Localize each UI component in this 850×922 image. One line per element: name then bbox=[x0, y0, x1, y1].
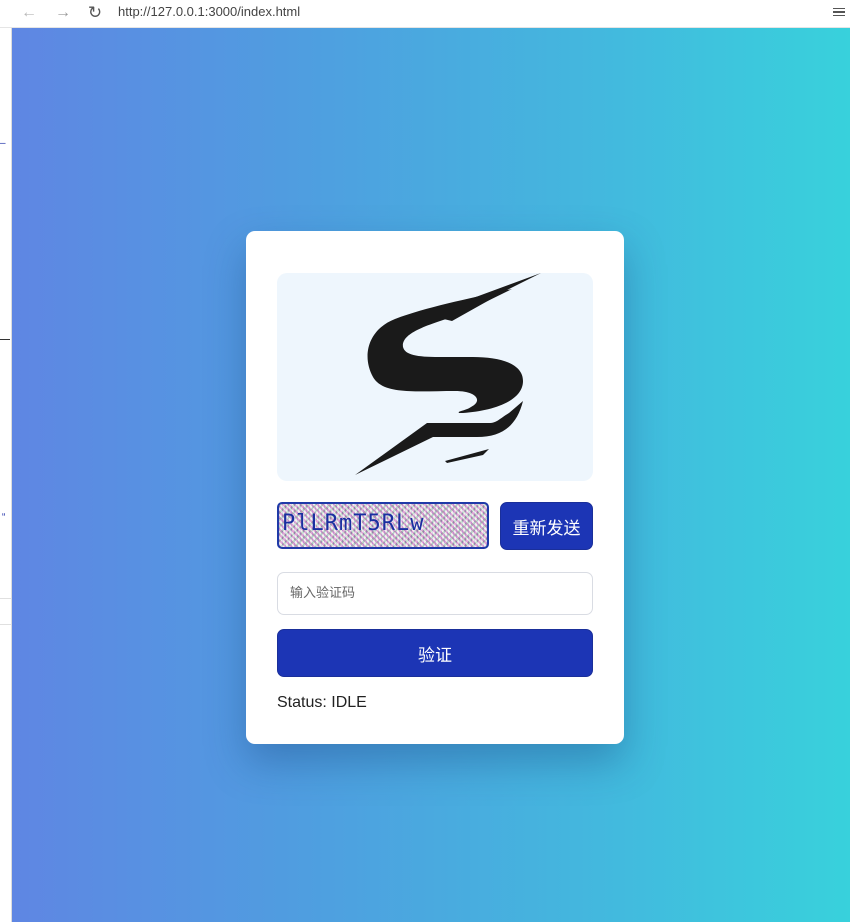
side-panel-divider bbox=[0, 624, 11, 625]
captcha-row: PlLRmT5RLw 重新发送 bbox=[277, 502, 593, 550]
side-panel-mark: – bbox=[0, 138, 6, 149]
logo-panel bbox=[277, 273, 593, 481]
verification-code-input[interactable] bbox=[277, 572, 593, 615]
side-panel-divider bbox=[0, 598, 11, 599]
verification-card: PlLRmT5RLw 重新发送 验证 Status: IDLE bbox=[246, 231, 624, 744]
page-viewport: PlLRmT5RLw 重新发送 验证 Status: IDLE bbox=[12, 28, 850, 922]
back-icon[interactable]: ← bbox=[18, 2, 40, 24]
browser-toolbar: ← → ↻ http://127.0.0.1:3000/index.html bbox=[0, 0, 850, 28]
side-panel-mark: “ bbox=[2, 512, 6, 523]
side-panel-edge: – “ bbox=[0, 28, 12, 922]
s-logo-icon bbox=[355, 273, 541, 475]
captcha-image[interactable]: PlLRmT5RLw bbox=[277, 502, 489, 549]
hamburger-menu-icon[interactable] bbox=[830, 2, 848, 22]
forward-icon[interactable]: → bbox=[52, 2, 74, 24]
captcha-text: PlLRmT5RLw bbox=[282, 511, 425, 536]
resend-button[interactable]: 重新发送 bbox=[500, 502, 593, 550]
reload-icon[interactable]: ↻ bbox=[84, 2, 106, 24]
status-text: Status: IDLE bbox=[277, 694, 367, 711]
address-bar[interactable]: http://127.0.0.1:3000/index.html bbox=[118, 4, 300, 19]
side-panel-divider bbox=[0, 339, 10, 340]
verify-button[interactable]: 验证 bbox=[277, 629, 593, 677]
